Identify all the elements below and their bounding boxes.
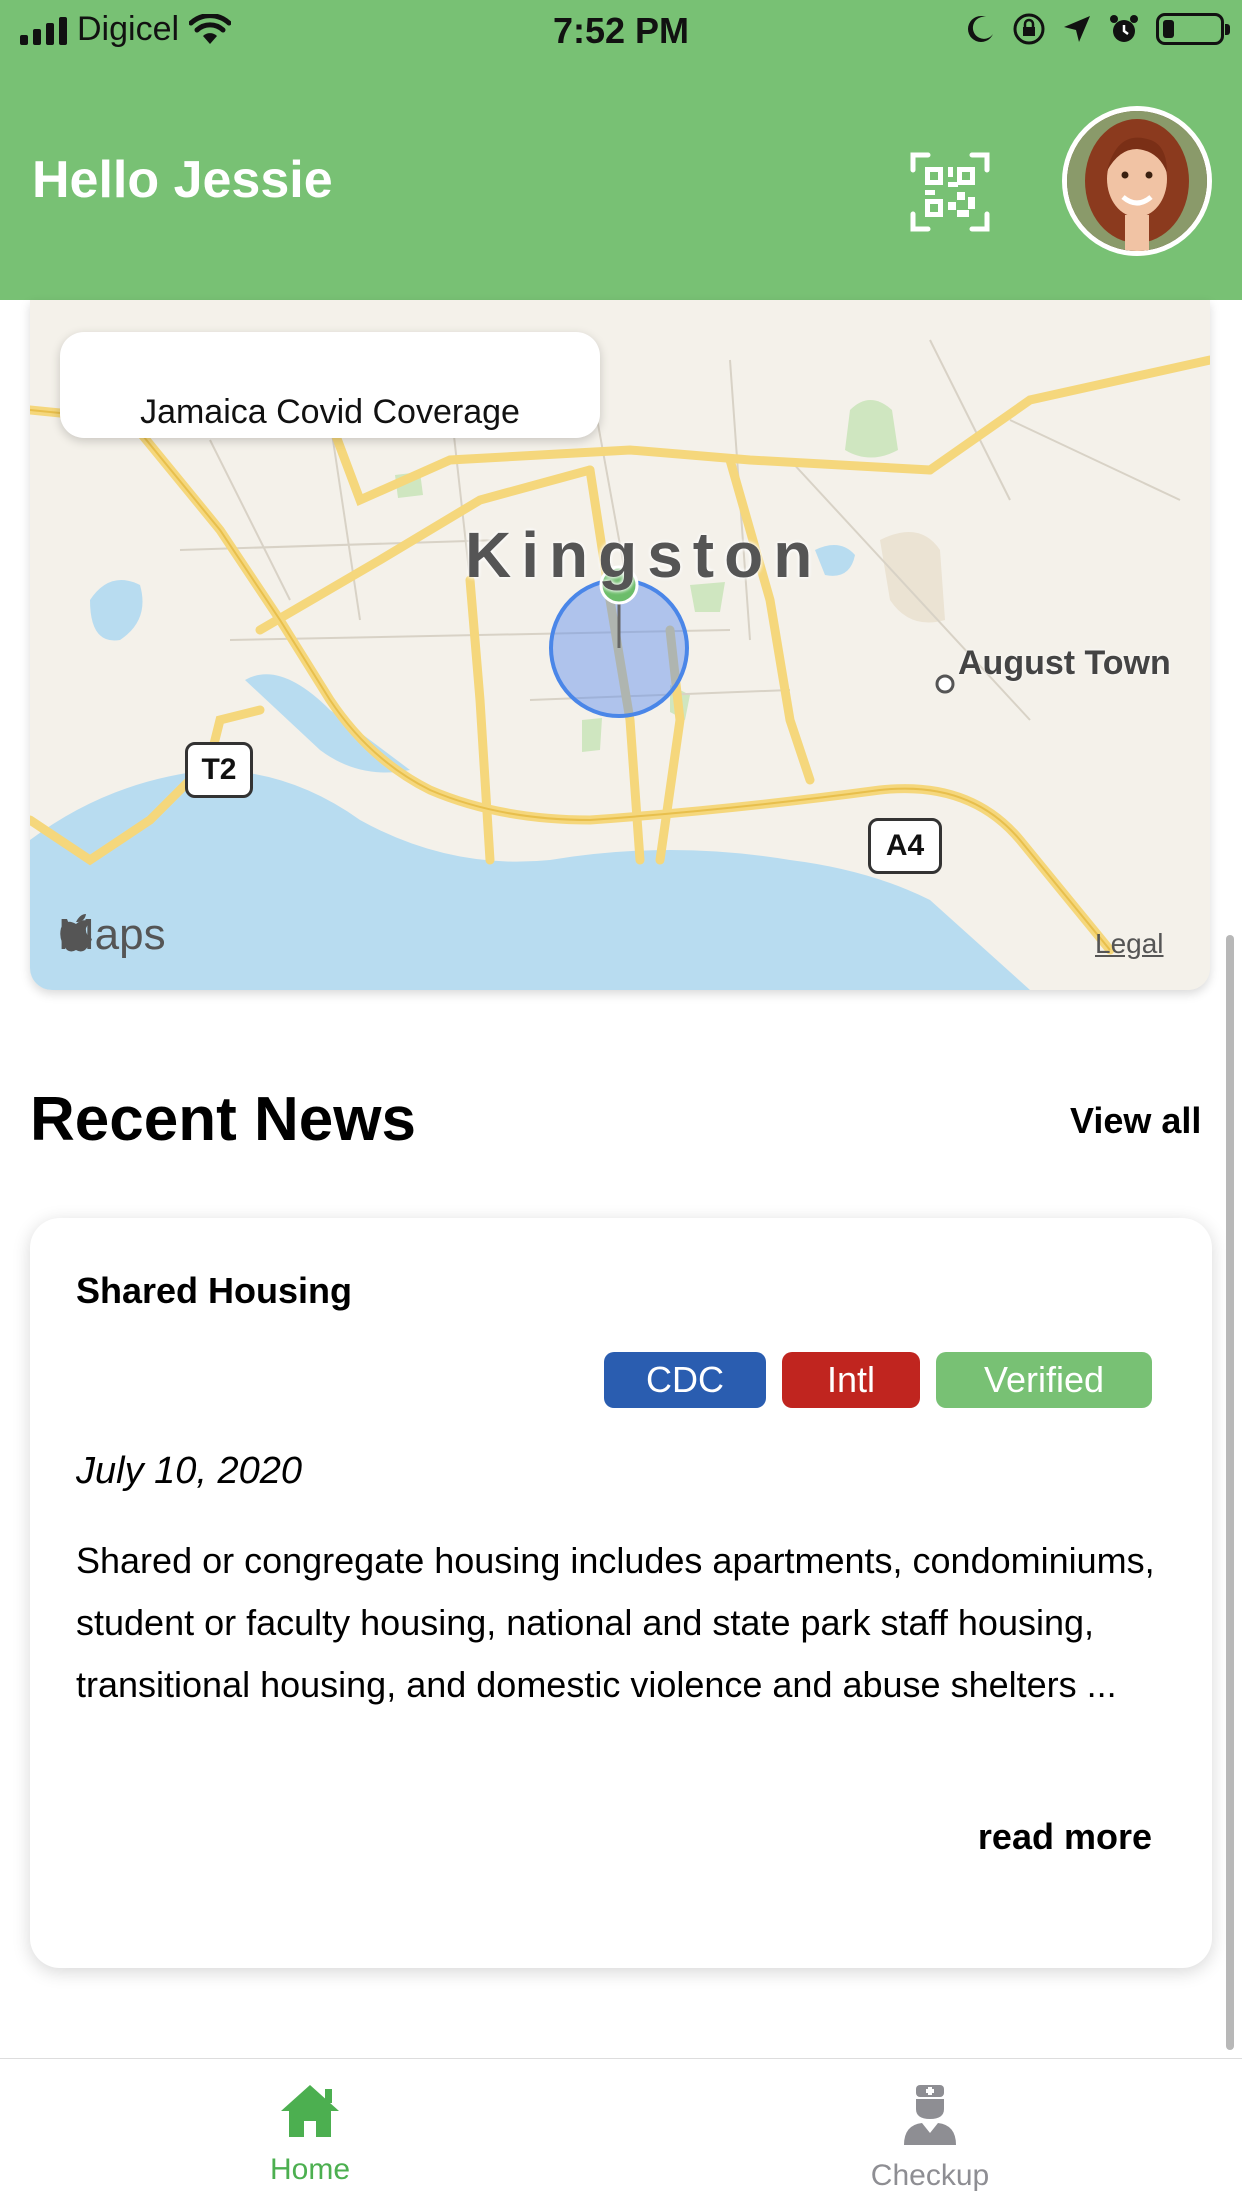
news-tags: CDC Intl Verified [604, 1352, 1152, 1408]
apple-logo-icon [60, 914, 92, 952]
news-card[interactable]: Shared Housing CDC Intl Verified July 10… [30, 1218, 1212, 1968]
avatar[interactable] [1062, 106, 1212, 256]
greeting-title: Hello Jessie [32, 151, 333, 209]
tab-bar: Home Checkup [0, 2058, 1242, 2208]
maps-attribution: Maps [58, 910, 166, 960]
rotation-lock-icon [1013, 13, 1045, 45]
news-date: July 10, 2020 [76, 1450, 303, 1492]
qr-code-icon [910, 152, 990, 232]
news-summary: Shared or congregate housing includes ap… [76, 1540, 1155, 1705]
doctor-icon [904, 2085, 956, 2145]
tab-checkup-label: Checkup [870, 2159, 990, 2192]
tab-home-label: Home [269, 2153, 351, 2186]
alarm-icon [1110, 15, 1138, 42]
tag-badge: Verified [936, 1352, 1152, 1408]
news-title: Shared Housing [76, 1270, 353, 1311]
map-legal-link[interactable]: Legal [1095, 928, 1164, 960]
moon-icon [968, 16, 993, 42]
tag-badge: CDC [604, 1352, 766, 1408]
battery-level [1163, 20, 1174, 38]
tab-checkup[interactable]: Checkup [810, 2083, 1050, 2193]
scrollbar[interactable] [1226, 935, 1234, 2050]
view-all-link[interactable]: View all [1070, 1100, 1201, 1142]
tab-home[interactable]: Home [190, 2083, 430, 2187]
home-icon [281, 2085, 339, 2137]
location-icon [1064, 16, 1090, 42]
section-title: Recent News [30, 1085, 416, 1154]
read-more-link[interactable]: read more [978, 1816, 1152, 1858]
status-right [966, 12, 1230, 46]
app-header: Digicel 7:52 PM Hello Jessie [0, 0, 1242, 300]
battery-icon [1156, 13, 1230, 45]
user-avatar-image [1067, 111, 1207, 251]
qr-code-button[interactable] [910, 152, 990, 232]
road-shield-t2: T2 [185, 742, 253, 798]
map-overlay-title: Jamaica Covid Coverage [60, 332, 600, 438]
map-city-label: Kingston [465, 519, 823, 591]
coverage-map[interactable]: Jamaica Covid Coverage Kingston August T… [30, 300, 1210, 990]
status-bar: Digicel 7:52 PM [0, 0, 1242, 66]
road-shield-a4: A4 [868, 818, 942, 874]
tag-badge: Intl [782, 1352, 920, 1408]
map-town-label: August Town [958, 644, 1171, 682]
